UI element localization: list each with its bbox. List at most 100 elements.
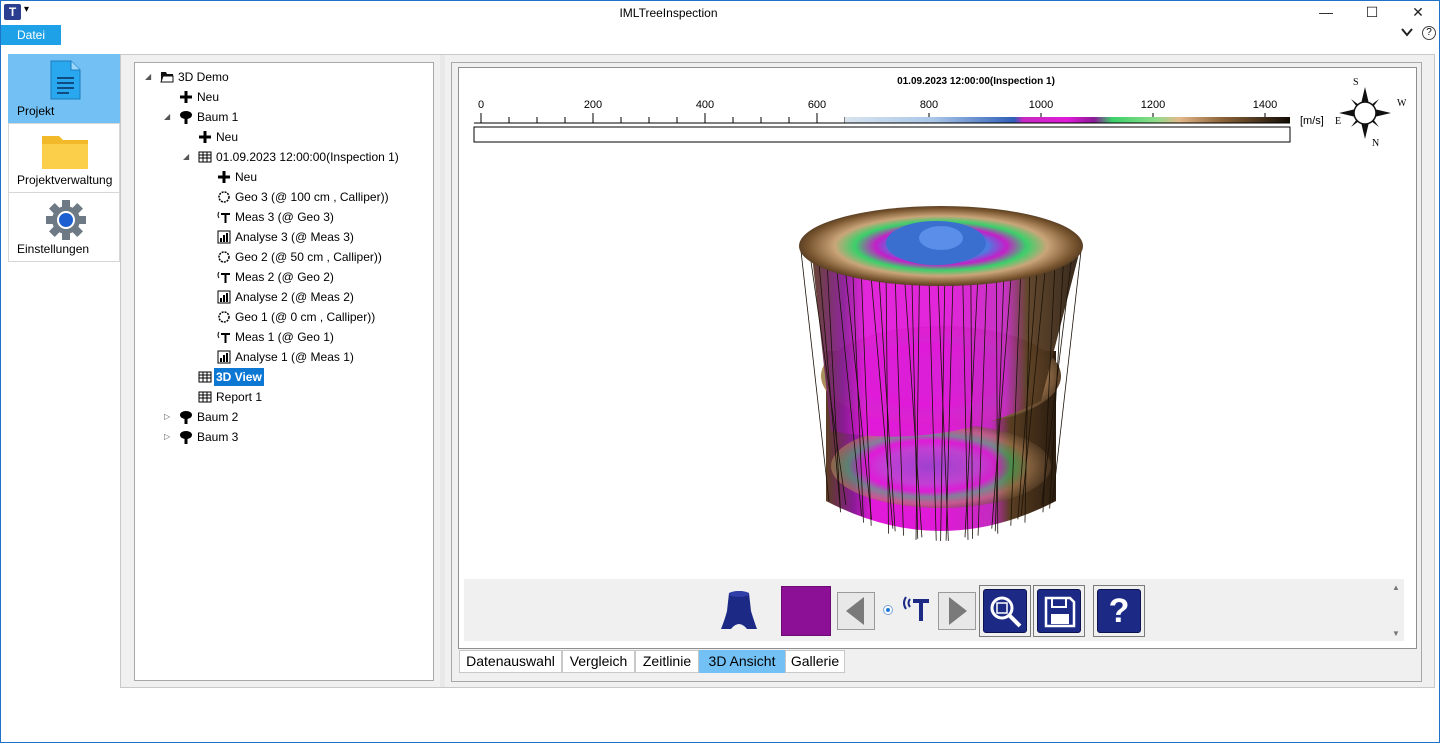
stem-view-icon[interactable] [721,589,757,636]
tab-datenauswahl[interactable]: Datenauswahl [459,650,562,673]
zoom-button[interactable] [979,585,1031,637]
scale-tick-label: 0 [478,99,484,111]
next-arrow-button[interactable] [938,592,976,630]
help-icon: ? [1097,589,1141,633]
file-menu-button[interactable]: Datei [1,25,61,45]
tree-node-label: Baum 2 [197,410,239,424]
tree-node-label: 3D Demo [178,70,229,84]
scale-tick-label: 400 [696,99,714,111]
chart-icon [217,290,231,304]
expand-arrow-icon[interactable]: ▷ [164,428,174,446]
chart-icon [217,350,231,364]
compass-label-right: W [1397,98,1406,109]
save-icon [1044,596,1076,628]
menu-bar: Datei ? [1,25,1439,47]
plus-icon [179,90,193,104]
help-icon[interactable]: ? [1422,26,1436,40]
sensor-icon [217,270,231,284]
scroll-down-icon[interactable]: ▼ [1392,629,1400,638]
nav-label: Projektverwaltung [17,173,113,187]
tab-zeitlinie[interactable]: Zeitlinie [635,650,699,673]
nav-item-projektverwaltung[interactable]: Projektverwaltung [8,123,120,193]
scale-tick-label: 600 [808,99,826,111]
scale-tick-label: 200 [584,99,602,111]
chart-icon [217,230,231,244]
sensor-icon[interactable] [902,593,932,628]
prev-arrow-button[interactable] [837,592,875,630]
compass-label-bottom: N [1372,138,1379,149]
tree-icon [179,410,193,424]
help-button[interactable]: ? [1093,585,1145,637]
scroll-up-icon[interactable]: ▲ [1392,583,1400,592]
document-icon [49,60,81,103]
compass-label-left: E [1335,116,1341,127]
nav-item-projekt[interactable]: Projekt [8,54,120,124]
collapse-ribbon-icon[interactable] [1401,26,1413,41]
tree-node-label: Report 1 [216,390,263,404]
project-tree[interactable]: ◢ 3D Demo Neu ◢ Baum 1 Neu ◢ 01.09.2023 12:00:0… [134,62,434,681]
folder-icon [41,132,89,173]
scale-title: 01.09.2023 12:00:00(Inspection 1) [897,76,1055,87]
collapse-arrow-icon[interactable]: ◢ [145,68,155,86]
nav-item-einstellungen[interactable]: Einstellungen [8,192,120,262]
folder-icon [160,70,174,84]
expand-arrow-icon[interactable]: ▷ [164,408,174,426]
close-button[interactable]: ✕ [1395,1,1440,25]
scale-tick-label: 1200 [1141,99,1165,111]
next-arrow-icon [949,597,967,625]
plus-icon [198,130,212,144]
prev-arrow-icon [846,597,864,625]
tree-node-label: Baum 3 [197,430,239,444]
collapse-arrow-icon[interactable]: ◢ [164,108,174,126]
scale-tick-label: 1000 [1029,99,1053,111]
tree-node-label: Neu [197,90,220,104]
tree-node-label: Neu [235,170,258,184]
nav-label: Projekt [17,104,55,118]
plus-icon [217,170,231,184]
collapse-arrow-icon[interactable]: ◢ [183,148,193,166]
sensor-icon [217,210,231,224]
grid-icon [198,390,212,404]
minimize-button[interactable]: — [1303,1,1349,25]
tree-node-label: 3D View [214,368,264,386]
tree-node-label: Analyse 3 (@ Meas 3) [235,230,354,244]
grid-icon [198,370,212,384]
velocity-color-scale: 0 200 400 600 800 1000 1200 1400 [m/s] [473,99,1324,143]
maximize-button[interactable]: ☐ [1349,1,1395,25]
tab-3d-ansicht[interactable]: 3D Ansicht [699,650,785,673]
color-gradient-bar [845,117,1290,123]
viewer-toolbar: ? [464,579,1404,641]
scale-box [473,126,1291,143]
zoom-icon [990,596,1022,628]
sensor-icon [217,330,231,344]
tree-stem-3d-render[interactable] [791,201,1091,551]
tree-node-label: Meas 3 (@ Geo 3) [235,210,334,224]
save-button[interactable] [1033,585,1085,637]
grid-icon [198,150,212,164]
tree-node-label: Geo 2 (@ 50 cm , Calliper)) [235,250,382,264]
tree-node-label: Analyse 2 (@ Meas 2) [235,290,354,304]
geometry-icon [217,190,231,204]
left-navigation: Projekt Projektverwaltung Einstellungen [8,54,121,262]
scale-unit: [m/s] [1300,115,1324,127]
compass-label-top: S [1353,77,1359,88]
sensor-radio[interactable] [883,605,893,615]
tree-icon [179,430,193,444]
window-title: IMLTreeInspection [619,6,718,20]
geometry-icon [217,310,231,324]
panel-splitter[interactable] [440,55,445,687]
tree-node-label: 01.09.2023 12:00:00(Inspection 1) [216,150,399,164]
title-bar: T ▾ IMLTreeInspection — ☐ ✕ [1,1,1439,25]
tree-node-label: Meas 2 (@ Geo 2) [235,270,334,284]
tab-gallerie[interactable]: Gallerie [785,650,845,673]
compass-icon: S E W N [1335,77,1406,149]
tree-icon [179,110,193,124]
tab-vergleich[interactable]: Vergleich [562,650,635,673]
tree-node-label: Neu [216,130,239,144]
scale-tick-label: 800 [920,99,938,111]
color-swatch[interactable] [781,586,831,636]
tree-node-label: Analyse 1 (@ Meas 1) [235,350,354,364]
app-window: T ▾ IMLTreeInspection — ☐ ✕ Datei ? Proj… [0,0,1440,743]
gear-icon [45,199,87,244]
nav-label: Einstellungen [17,242,90,256]
